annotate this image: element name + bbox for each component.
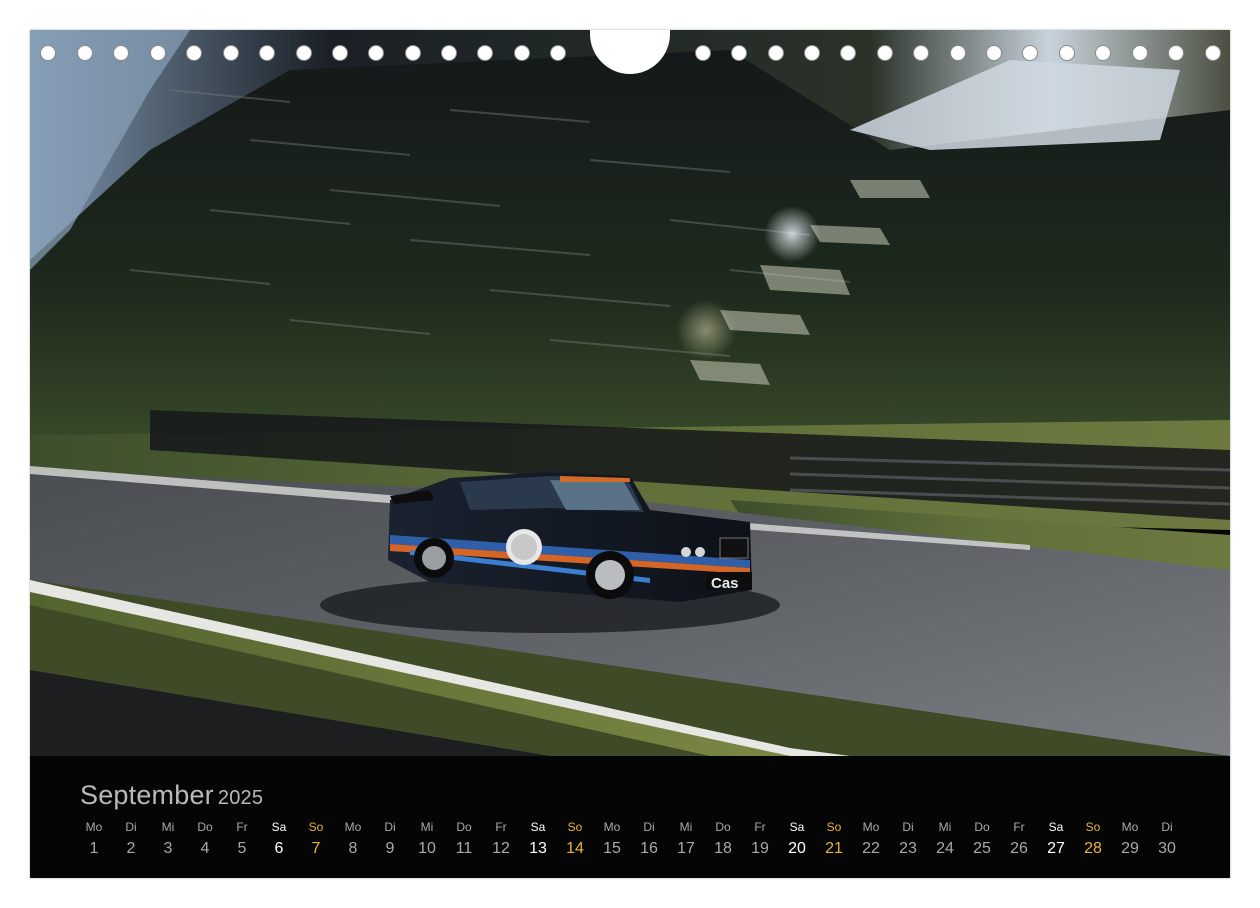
day-number: 25 xyxy=(973,840,991,857)
day-of-week: Do xyxy=(456,820,472,834)
day-of-week: Mi xyxy=(420,820,434,834)
day-grid: Mo 1 Di 2 Mi 3 Do 4 Fr 5 Sa 6 So 7 Mo 8 Di 9 Mi 10 Do 11 Fr 12 S… xyxy=(74,818,1204,868)
day-of-week: Sa xyxy=(1048,820,1064,834)
day-cell: Do 18 xyxy=(703,818,743,862)
day-number: 30 xyxy=(1158,840,1176,857)
calendar-page: Cas September 2025 Mo 1 Di 2 Mi 3 Do 4 Fr 5 Sa 6 So 7 M… xyxy=(30,30,1230,878)
day-number: 26 xyxy=(1010,840,1028,857)
day-number: 29 xyxy=(1121,840,1139,857)
day-cell: Mo 8 xyxy=(333,818,373,862)
day-cell: Di 2 xyxy=(111,818,151,862)
day-number: 22 xyxy=(862,840,880,857)
day-of-week: Mi xyxy=(938,820,952,834)
day-cell: Do 25 xyxy=(962,818,1002,862)
day-cell: Mo 29 xyxy=(1110,818,1150,862)
day-number: 12 xyxy=(492,840,510,857)
month-year: 2025 xyxy=(217,787,264,809)
day-of-week: Di xyxy=(902,820,914,834)
day-of-week: So xyxy=(826,820,842,834)
day-of-week: Mo xyxy=(862,820,880,834)
day-of-week: Mo xyxy=(603,820,621,834)
day-number: 18 xyxy=(714,840,732,857)
day-number: 8 xyxy=(348,840,358,857)
day-cell: Sa 6 xyxy=(259,818,299,862)
day-of-week: Di xyxy=(125,820,137,834)
day-number: 17 xyxy=(677,840,695,857)
day-number: 14 xyxy=(566,840,584,857)
day-of-week: Di xyxy=(384,820,396,834)
day-cell: Fr 19 xyxy=(740,818,780,862)
day-number: 3 xyxy=(163,840,173,857)
day-of-week: Do xyxy=(197,820,213,834)
day-of-week: So xyxy=(1085,820,1101,834)
day-cell: Mo 15 xyxy=(592,818,632,862)
day-of-week: So xyxy=(308,820,324,834)
day-cell: Sa 20 xyxy=(777,818,817,862)
day-cell: Di 9 xyxy=(370,818,410,862)
day-of-week: Mi xyxy=(161,820,175,834)
day-of-week: Fr xyxy=(1013,820,1025,834)
day-cell: Di 16 xyxy=(629,818,669,862)
day-number: 23 xyxy=(899,840,917,857)
car-lettering: Cas xyxy=(711,575,739,592)
day-number: 4 xyxy=(200,840,210,857)
day-of-week: Fr xyxy=(236,820,248,834)
day-cell: Mo 22 xyxy=(851,818,891,862)
day-number: 13 xyxy=(529,840,547,857)
day-cell: Sa 27 xyxy=(1036,818,1076,862)
day-number: 7 xyxy=(311,840,321,857)
day-number: 10 xyxy=(418,840,436,857)
day-cell: Do 4 xyxy=(185,818,225,862)
day-cell: Do 11 xyxy=(444,818,484,862)
day-cell: Mi 17 xyxy=(666,818,706,862)
day-number: 15 xyxy=(603,840,621,857)
month-name: September xyxy=(80,780,214,810)
day-cell: Fr 26 xyxy=(999,818,1039,862)
day-number: 11 xyxy=(455,840,473,857)
day-cell: Di 30 xyxy=(1147,818,1187,862)
day-number: 16 xyxy=(640,840,658,857)
day-number: 19 xyxy=(751,840,769,857)
day-number: 24 xyxy=(936,840,954,857)
day-cell: So 21 xyxy=(814,818,854,862)
calendar-strip: September 2025 Mo 1 Di 2 Mi 3 Do 4 Fr 5 Sa 6 So 7 Mo 8 Di… xyxy=(30,756,1230,878)
race-car-photo: Cas xyxy=(30,30,1230,756)
day-number: 6 xyxy=(274,840,284,857)
day-of-week: Mi xyxy=(679,820,693,834)
day-cell: So 28 xyxy=(1073,818,1113,862)
day-of-week: Di xyxy=(643,820,655,834)
day-number: 2 xyxy=(126,840,136,857)
day-cell: Mo 1 xyxy=(74,818,114,862)
day-number: 1 xyxy=(89,840,99,857)
day-of-week: Sa xyxy=(530,820,546,834)
day-of-week: Fr xyxy=(495,820,507,834)
day-number: 9 xyxy=(385,840,395,857)
day-cell: So 14 xyxy=(555,818,595,862)
day-of-week: Di xyxy=(1161,820,1173,834)
day-of-week: So xyxy=(567,820,583,834)
day-of-week: Mo xyxy=(1121,820,1139,834)
day-cell: Fr 5 xyxy=(222,818,262,862)
day-of-week: Mo xyxy=(85,820,103,834)
day-number: 28 xyxy=(1084,840,1102,857)
month-title: September 2025 xyxy=(80,780,263,811)
day-cell: Mi 3 xyxy=(148,818,188,862)
day-cell: Mi 10 xyxy=(407,818,447,862)
day-number: 5 xyxy=(237,840,247,857)
day-cell: Mi 24 xyxy=(925,818,965,862)
day-of-week: Sa xyxy=(271,820,287,834)
day-of-week: Do xyxy=(715,820,731,834)
day-cell: So 7 xyxy=(296,818,336,862)
day-number: 27 xyxy=(1047,840,1065,857)
day-number: 20 xyxy=(788,840,806,857)
day-of-week: Sa xyxy=(789,820,805,834)
day-number: 21 xyxy=(825,840,843,857)
day-of-week: Fr xyxy=(754,820,766,834)
day-cell: Sa 13 xyxy=(518,818,558,862)
day-of-week: Mo xyxy=(344,820,362,834)
day-cell: Fr 12 xyxy=(481,818,521,862)
day-of-week: Do xyxy=(974,820,990,834)
day-cell: Di 23 xyxy=(888,818,928,862)
